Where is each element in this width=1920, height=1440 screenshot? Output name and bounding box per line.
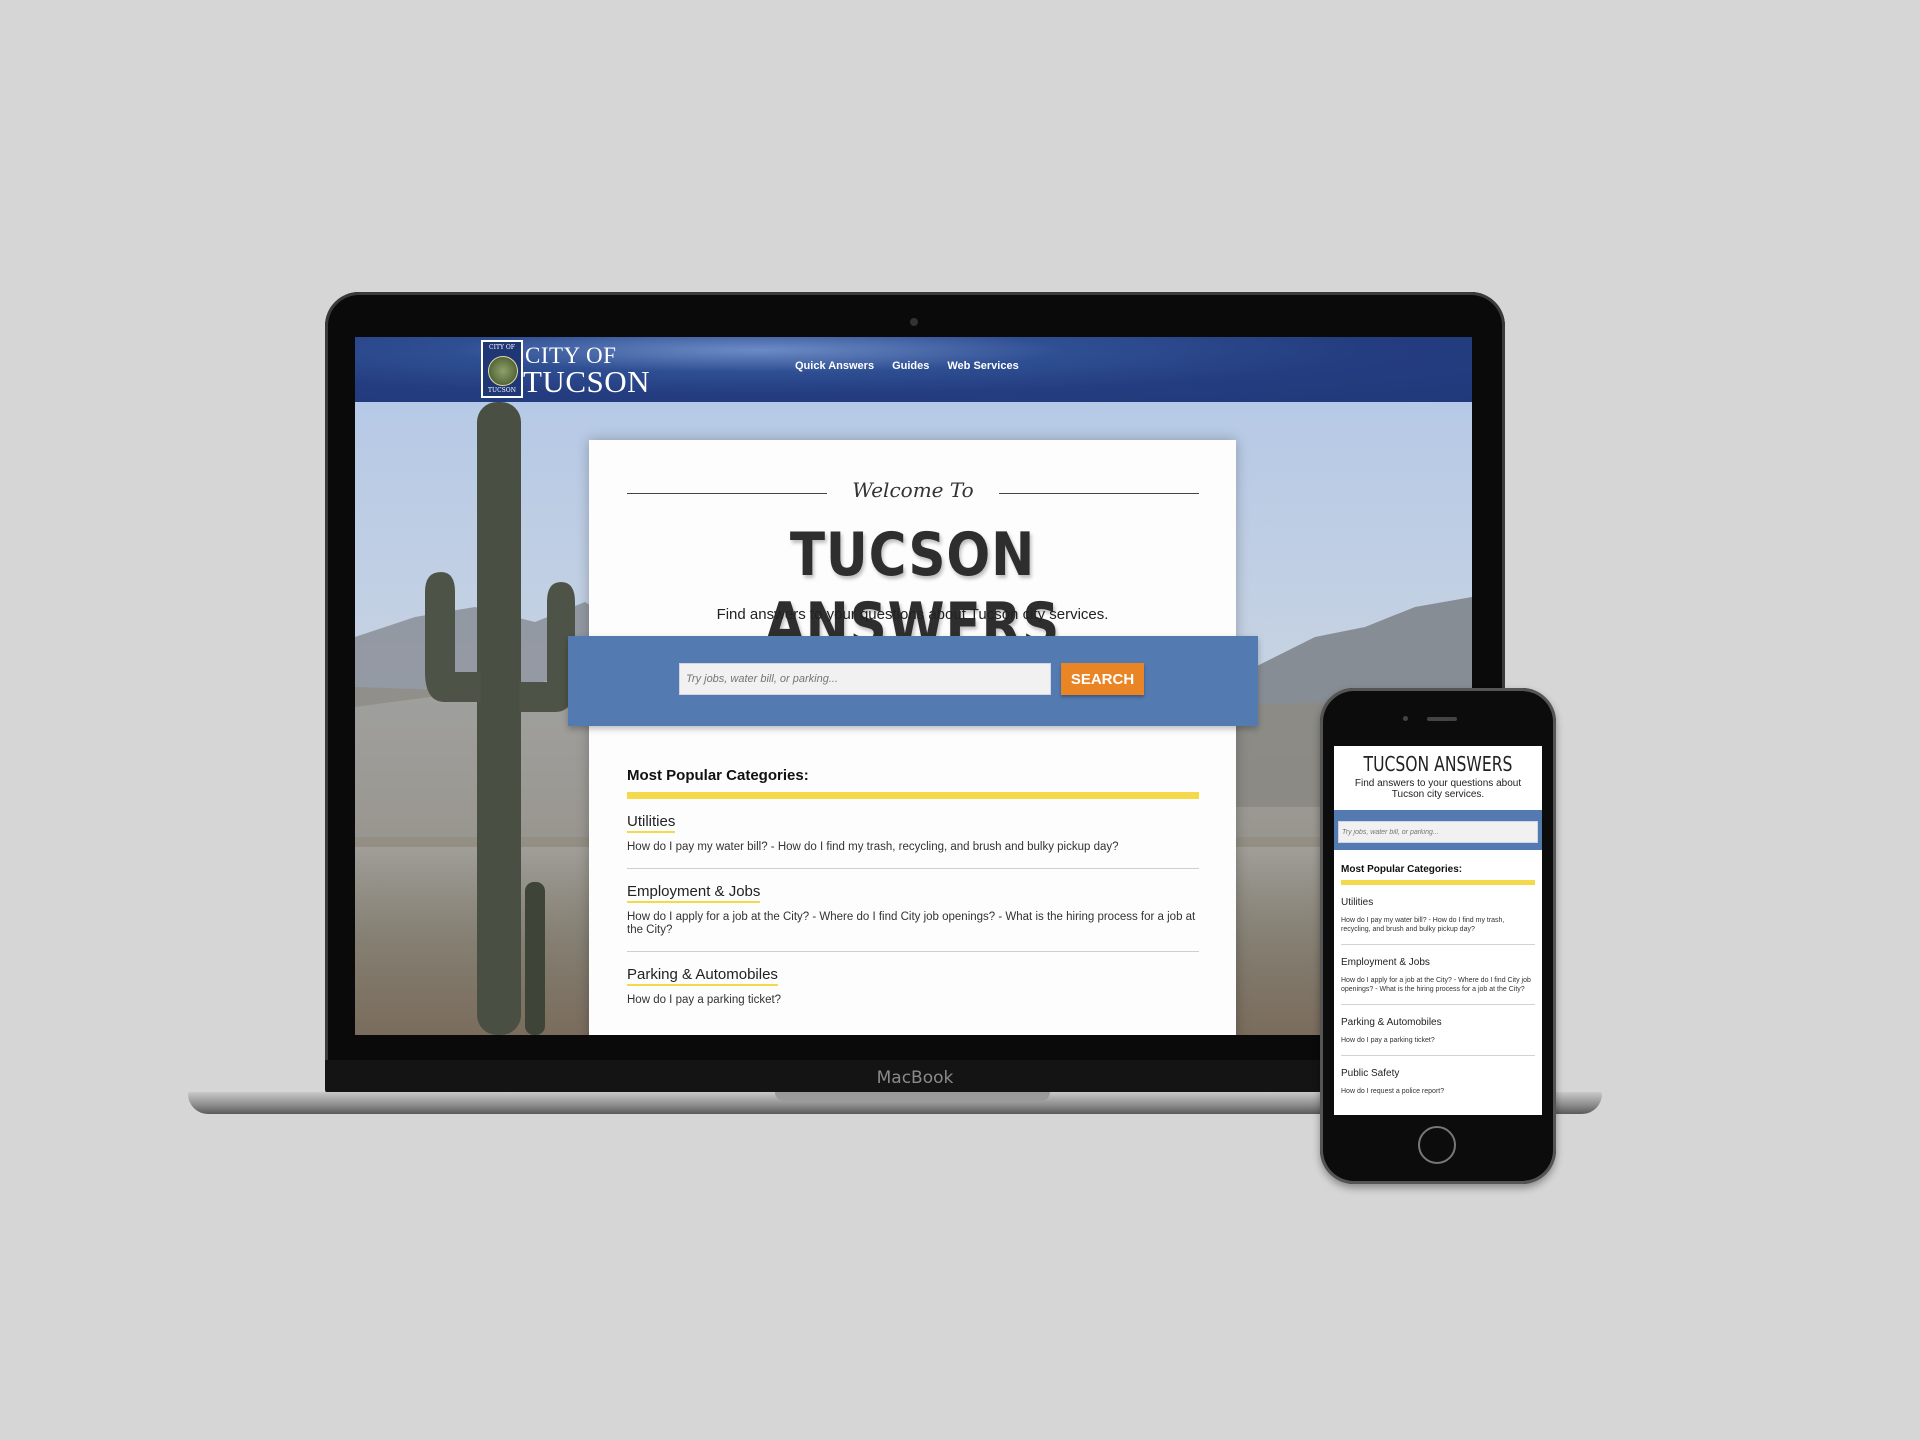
mobile-category-description[interactable]: How do I pay a parking ticket? (1341, 1036, 1535, 1045)
welcome-row: Welcome To (627, 478, 1199, 508)
mobile-page-subtitle: Find answers to your questions about Tuc… (1354, 778, 1522, 800)
logo-text-tucson[interactable]: TUCSON (523, 364, 650, 400)
mobile-category-link[interactable]: Public Safety (1341, 1068, 1535, 1079)
mobile-search-input[interactable] (1338, 821, 1538, 843)
mobile-category-item: Parking & Automobiles How do I pay a par… (1341, 1005, 1535, 1056)
laptop-camera (910, 318, 918, 326)
nav-quick-answers[interactable]: Quick Answers (795, 360, 874, 372)
mobile-category-item: Employment & Jobs How do I apply for a j… (1341, 945, 1535, 1005)
welcome-text: Welcome To (852, 478, 974, 502)
mobile-popular-categories: Most Popular Categories: Utilities How d… (1341, 864, 1535, 1106)
mobile-category-item: Public Safety How do I request a police … (1341, 1056, 1535, 1106)
mobile-category-link[interactable]: Employment & Jobs (1341, 957, 1535, 968)
category-link-utilities[interactable]: Utilities (627, 813, 676, 833)
mobile-search-band (1334, 810, 1542, 850)
laptop-screen: CITY OF TUCSON CITY OF TUCSON Quick Answ… (355, 337, 1472, 1035)
page-subtitle: Find answers to your questions about Tuc… (716, 606, 1109, 623)
main-nav: Quick Answers Guides Web Services (795, 360, 1019, 372)
nav-web-services[interactable]: Web Services (947, 360, 1018, 372)
search-input[interactable] (679, 663, 1051, 695)
category-link-parking[interactable]: Parking & Automobiles (627, 966, 778, 986)
mobile-page-title: TUCSON ANSWERS (1363, 752, 1513, 776)
mobile-category-description[interactable]: How do I apply for a job at the City? - … (1341, 976, 1535, 994)
laptop-hinge-notch (775, 1092, 1050, 1101)
seal-text-top: CITY OF (489, 344, 515, 351)
welcome-card: Welcome To TUCSON ANSWERS Find answers t… (589, 440, 1236, 1035)
category-item: Utilities How do I pay my water bill? - … (627, 799, 1199, 869)
phone-screen: TUCSON ANSWERS Find answers to your ques… (1334, 746, 1542, 1115)
mobile-category-link[interactable]: Parking & Automobiles (1341, 1017, 1535, 1028)
search-band: SEARCH (568, 636, 1258, 726)
popular-categories: Most Popular Categories: Utilities How d… (627, 767, 1199, 1021)
mobile-category-link[interactable]: Utilities (1341, 897, 1535, 908)
divider-right (999, 493, 1199, 494)
category-item: Parking & Automobiles How do I pay a par… (627, 952, 1199, 1021)
mobile-categories-heading: Most Popular Categories: (1341, 864, 1463, 875)
saguaro-cactus (425, 402, 575, 1035)
mobile-category-description[interactable]: How do I request a police report? (1341, 1087, 1535, 1096)
phone-speaker (1427, 717, 1457, 721)
site-header: CITY OF TUCSON CITY OF TUCSON Quick Answ… (355, 337, 1472, 402)
mobile-category-description[interactable]: How do I pay my water bill? - How do I f… (1341, 916, 1535, 934)
search-button[interactable]: SEARCH (1061, 663, 1144, 695)
phone-camera (1403, 716, 1408, 721)
phone-home-button[interactable] (1418, 1126, 1456, 1164)
category-link-employment[interactable]: Employment & Jobs (627, 883, 761, 903)
category-description[interactable]: How do I pay my water bill? - How do I f… (627, 841, 1199, 854)
heading-underline (627, 792, 1199, 799)
seal-text-bottom: TUCSON (488, 387, 516, 394)
category-description[interactable]: How do I apply for a job at the City? - … (627, 911, 1199, 937)
seal-icon (488, 356, 518, 386)
categories-heading: Most Popular Categories: (627, 767, 809, 784)
category-item: Employment & Jobs How do I apply for a j… (627, 869, 1199, 952)
nav-guides[interactable]: Guides (892, 360, 929, 372)
city-logo-seal[interactable]: CITY OF TUCSON (481, 340, 523, 398)
mobile-category-item: Utilities How do I pay my water bill? - … (1341, 885, 1535, 945)
category-description[interactable]: How do I pay a parking ticket? (627, 994, 1199, 1007)
